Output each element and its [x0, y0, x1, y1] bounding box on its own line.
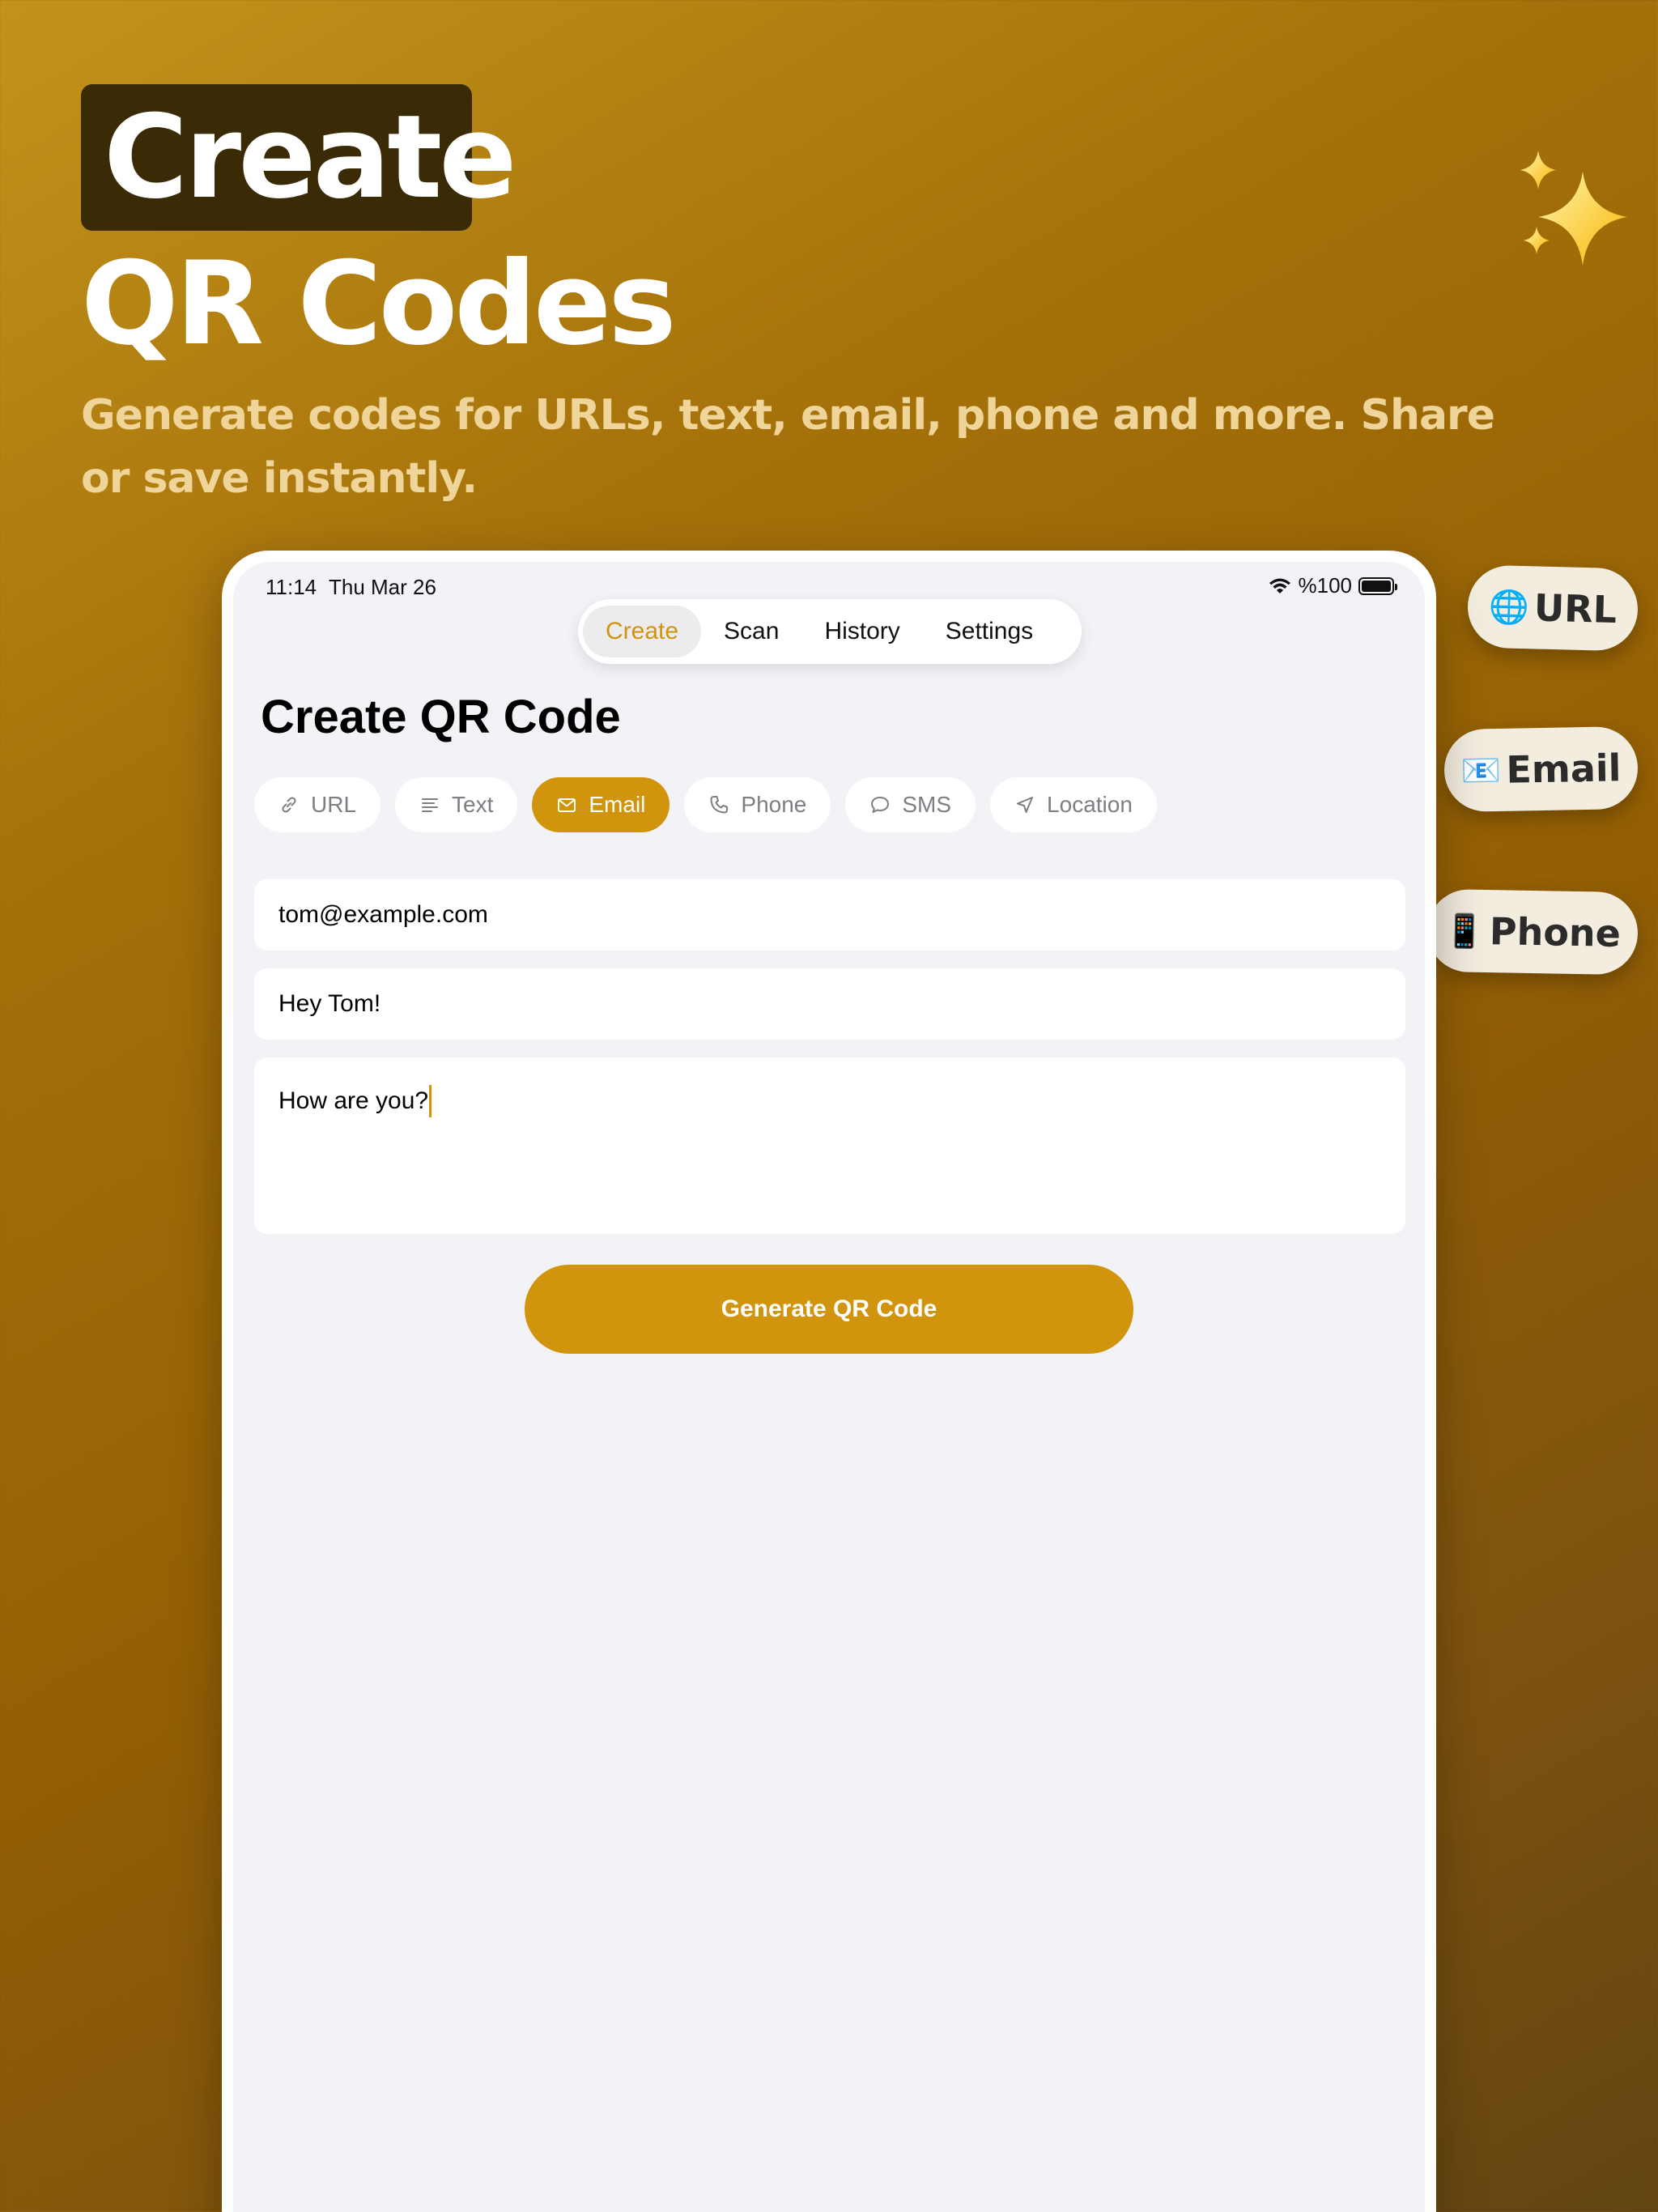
- battery-icon: [1358, 576, 1397, 595]
- status-indicators: %100: [1268, 573, 1397, 598]
- floating-chip-phone: 📱 Phone: [1426, 888, 1639, 976]
- main-tab-bar: Create Scan History Settings: [578, 599, 1082, 664]
- floating-chip-url: 🌐 URL: [1466, 564, 1639, 652]
- type-location-button[interactable]: Location: [990, 777, 1157, 832]
- floating-chip-label: URL: [1533, 585, 1618, 632]
- status-time: 11:14: [266, 575, 317, 599]
- hero-subtitle: Generate codes for URLs, text, email, ph…: [81, 391, 1495, 503]
- type-email-button[interactable]: Email: [532, 777, 670, 832]
- email-body-field[interactable]: How are you?: [254, 1057, 1405, 1234]
- email-body-text: How are you?: [278, 1087, 429, 1114]
- battery-percentage: %100: [1298, 573, 1353, 598]
- wifi-icon: [1269, 578, 1290, 593]
- type-phone-button[interactable]: Phone: [684, 777, 831, 832]
- mobile-phone-icon: 📱: [1443, 912, 1486, 951]
- tab-settings[interactable]: Settings: [923, 606, 1056, 657]
- globe-icon: 🌐: [1488, 588, 1530, 627]
- link-icon: [282, 797, 296, 813]
- text-cursor: [429, 1085, 432, 1117]
- envelope-emoji-icon: 📧: [1460, 751, 1502, 790]
- type-url-label: URL: [311, 792, 357, 817]
- tablet-frame: 11:14 Thu Mar 26 %100 Create Scan Histor…: [222, 551, 1436, 2212]
- hero-title-line2: QR Codes: [81, 237, 677, 371]
- type-sms-button[interactable]: SMS: [845, 777, 976, 832]
- floating-chip-email: 📧 Email: [1443, 725, 1639, 813]
- type-email-label: Email: [589, 792, 646, 817]
- page-title: Create QR Code: [261, 691, 621, 743]
- floating-chip-label: Email: [1505, 746, 1622, 792]
- hero-title-line1: Create: [104, 91, 517, 224]
- tab-history[interactable]: History: [801, 606, 922, 657]
- text-lines-icon: [422, 798, 439, 812]
- location-arrow-icon: [1017, 797, 1034, 813]
- type-text-button[interactable]: Text: [395, 777, 518, 832]
- content-type-selector: URL Text Email Phone SMS Location: [254, 777, 1157, 832]
- type-sms-label: SMS: [902, 792, 952, 817]
- tab-create[interactable]: Create: [583, 606, 702, 657]
- sparkles-icon: [1520, 151, 1627, 266]
- status-date: Thu Mar 26: [329, 575, 436, 599]
- tab-scan[interactable]: Scan: [701, 606, 801, 657]
- type-url-button[interactable]: URL: [254, 777, 381, 832]
- email-address-field[interactable]: tom@example.com: [254, 879, 1405, 951]
- floating-chip-label: Phone: [1489, 909, 1622, 955]
- envelope-icon: [558, 798, 576, 812]
- chat-bubble-icon: [871, 797, 890, 813]
- generate-qr-button[interactable]: Generate QR Code: [525, 1265, 1133, 1354]
- type-text-label: Text: [452, 792, 494, 817]
- email-subject-field[interactable]: Hey Tom!: [254, 968, 1405, 1040]
- type-phone-label: Phone: [741, 792, 807, 817]
- type-location-label: Location: [1047, 792, 1133, 817]
- phone-icon: [710, 796, 729, 814]
- app-screen: 11:14 Thu Mar 26 %100 Create Scan Histor…: [233, 562, 1425, 2212]
